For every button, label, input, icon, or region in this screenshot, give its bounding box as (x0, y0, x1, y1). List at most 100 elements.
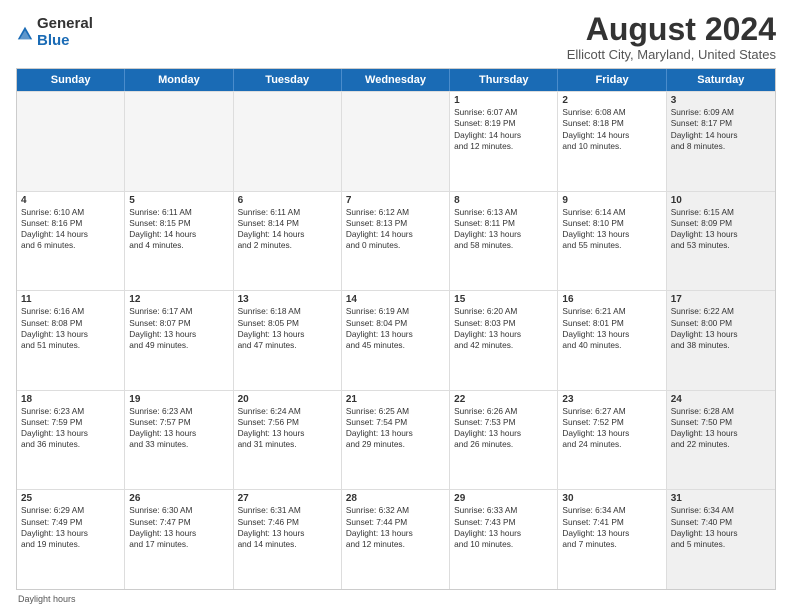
cell-line: and 47 minutes. (238, 340, 337, 351)
cell-line: Sunrise: 6:09 AM (671, 107, 771, 118)
logo: General Blue (16, 16, 93, 49)
cell-line: Sunrise: 6:13 AM (454, 207, 553, 218)
cell-line: Daylight: 13 hours (238, 329, 337, 340)
cell-line: and 0 minutes. (346, 240, 445, 251)
day-number: 1 (454, 95, 553, 106)
cell-line: Daylight: 13 hours (129, 329, 228, 340)
cell-line: and 26 minutes. (454, 439, 553, 450)
cell-line: Daylight: 13 hours (346, 528, 445, 539)
day-number: 21 (346, 394, 445, 405)
day-number: 10 (671, 195, 771, 206)
cell-line: Daylight: 14 hours (562, 130, 661, 141)
day-cell-22: 22Sunrise: 6:26 AMSunset: 7:53 PMDayligh… (450, 391, 558, 490)
day-cell-2: 2Sunrise: 6:08 AMSunset: 8:18 PMDaylight… (558, 92, 666, 191)
header-day-wednesday: Wednesday (342, 69, 450, 91)
cell-line: Sunset: 7:50 PM (671, 417, 771, 428)
cell-line: Sunset: 7:41 PM (562, 517, 661, 528)
cell-line: and 31 minutes. (238, 439, 337, 450)
cell-line: Sunrise: 6:23 AM (129, 406, 228, 417)
header-day-saturday: Saturday (667, 69, 775, 91)
cell-line: Sunrise: 6:08 AM (562, 107, 661, 118)
cell-line: Sunrise: 6:25 AM (346, 406, 445, 417)
cell-line: Sunset: 8:11 PM (454, 218, 553, 229)
cell-line: Daylight: 13 hours (238, 428, 337, 439)
cell-line: Daylight: 13 hours (562, 329, 661, 340)
cell-line: Sunrise: 6:16 AM (21, 306, 120, 317)
cell-line: Daylight: 13 hours (346, 329, 445, 340)
day-number: 2 (562, 95, 661, 106)
cell-line: Daylight: 13 hours (454, 229, 553, 240)
empty-cell (17, 92, 125, 191)
cell-line: Daylight: 14 hours (454, 130, 553, 141)
day-number: 29 (454, 493, 553, 504)
logo-blue: Blue (37, 33, 93, 50)
cell-line: and 33 minutes. (129, 439, 228, 450)
header-day-thursday: Thursday (450, 69, 558, 91)
cell-line: Sunrise: 6:15 AM (671, 207, 771, 218)
cell-line: Sunrise: 6:11 AM (129, 207, 228, 218)
cell-line: Daylight: 13 hours (21, 428, 120, 439)
cell-line: Sunrise: 6:32 AM (346, 505, 445, 516)
cell-line: Sunset: 7:59 PM (21, 417, 120, 428)
cell-line: and 49 minutes. (129, 340, 228, 351)
calendar-row-2: 11Sunrise: 6:16 AMSunset: 8:08 PMDayligh… (17, 290, 775, 390)
cell-line: Daylight: 13 hours (562, 428, 661, 439)
day-number: 12 (129, 294, 228, 305)
cell-line: Daylight: 14 hours (671, 130, 771, 141)
day-number: 27 (238, 493, 337, 504)
cell-line: Sunrise: 6:28 AM (671, 406, 771, 417)
cell-line: Sunrise: 6:34 AM (562, 505, 661, 516)
cell-line: Daylight: 13 hours (129, 528, 228, 539)
cell-line: Sunrise: 6:31 AM (238, 505, 337, 516)
cell-line: Daylight: 13 hours (454, 329, 553, 340)
day-cell-30: 30Sunrise: 6:34 AMSunset: 7:41 PMDayligh… (558, 490, 666, 589)
empty-cell (125, 92, 233, 191)
cell-line: Daylight: 13 hours (238, 528, 337, 539)
calendar-row-0: 1Sunrise: 6:07 AMSunset: 8:19 PMDaylight… (17, 91, 775, 191)
cell-line: Sunset: 8:10 PM (562, 218, 661, 229)
cell-line: and 5 minutes. (671, 539, 771, 550)
cell-line: Sunset: 8:04 PM (346, 318, 445, 329)
cell-line: Sunset: 8:08 PM (21, 318, 120, 329)
day-number: 3 (671, 95, 771, 106)
cell-line: Daylight: 13 hours (21, 329, 120, 340)
cell-line: and 12 minutes. (346, 539, 445, 550)
cell-line: Sunrise: 6:10 AM (21, 207, 120, 218)
cell-line: Sunrise: 6:21 AM (562, 306, 661, 317)
cell-line: and 38 minutes. (671, 340, 771, 351)
cell-line: Sunset: 8:05 PM (238, 318, 337, 329)
cell-line: Sunset: 7:57 PM (129, 417, 228, 428)
calendar-row-3: 18Sunrise: 6:23 AMSunset: 7:59 PMDayligh… (17, 390, 775, 490)
cell-line: Daylight: 13 hours (671, 428, 771, 439)
day-cell-29: 29Sunrise: 6:33 AMSunset: 7:43 PMDayligh… (450, 490, 558, 589)
day-number: 26 (129, 493, 228, 504)
cell-line: Daylight: 13 hours (129, 428, 228, 439)
cell-line: Sunrise: 6:11 AM (238, 207, 337, 218)
calendar-header: SundayMondayTuesdayWednesdayThursdayFrid… (17, 69, 775, 91)
cell-line: and 8 minutes. (671, 141, 771, 152)
cell-line: Sunrise: 6:22 AM (671, 306, 771, 317)
cell-line: Daylight: 14 hours (129, 229, 228, 240)
cell-line: Sunset: 7:54 PM (346, 417, 445, 428)
cell-line: Sunrise: 6:18 AM (238, 306, 337, 317)
day-cell-26: 26Sunrise: 6:30 AMSunset: 7:47 PMDayligh… (125, 490, 233, 589)
cell-line: Sunrise: 6:27 AM (562, 406, 661, 417)
footer-note: Daylight hours (16, 594, 776, 604)
cell-line: Sunset: 8:14 PM (238, 218, 337, 229)
cell-line: and 40 minutes. (562, 340, 661, 351)
cell-line: Sunset: 8:18 PM (562, 118, 661, 129)
cell-line: Sunset: 8:19 PM (454, 118, 553, 129)
cell-line: Sunset: 8:01 PM (562, 318, 661, 329)
calendar-row-1: 4Sunrise: 6:10 AMSunset: 8:16 PMDaylight… (17, 191, 775, 291)
cell-line: Sunrise: 6:23 AM (21, 406, 120, 417)
day-number: 6 (238, 195, 337, 206)
cell-line: Sunrise: 6:14 AM (562, 207, 661, 218)
day-number: 17 (671, 294, 771, 305)
cell-line: Sunrise: 6:33 AM (454, 505, 553, 516)
cell-line: and 22 minutes. (671, 439, 771, 450)
cell-line: and 36 minutes. (21, 439, 120, 450)
day-cell-24: 24Sunrise: 6:28 AMSunset: 7:50 PMDayligh… (667, 391, 775, 490)
cell-line: Daylight: 13 hours (562, 528, 661, 539)
header-day-monday: Monday (125, 69, 233, 91)
logo-text: General Blue (37, 16, 93, 49)
